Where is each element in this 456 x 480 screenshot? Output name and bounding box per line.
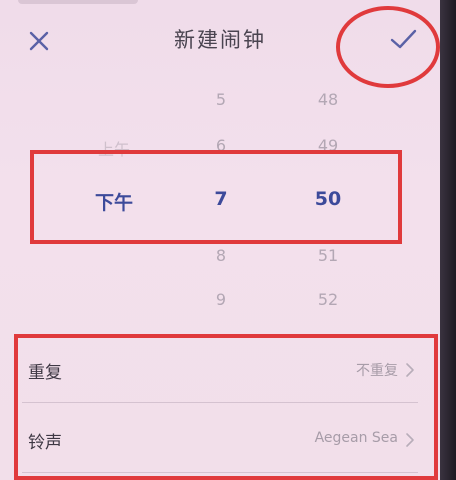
header-bar: 新建闹钟 xyxy=(0,0,440,80)
row-divider xyxy=(22,472,418,473)
minute-option[interactable]: 52 xyxy=(300,290,356,309)
minute-selected[interactable]: 50 xyxy=(300,188,356,210)
repeat-label: 重复 xyxy=(28,363,62,383)
page-title: 新建闹钟 xyxy=(174,28,266,52)
minute-option[interactable]: 49 xyxy=(300,136,356,155)
minute-option[interactable]: 48 xyxy=(300,90,356,109)
row-divider xyxy=(22,402,418,403)
hour-selected[interactable]: 7 xyxy=(196,188,246,210)
chevron-right-icon xyxy=(404,432,416,448)
alarm-screen: 新建闹钟 上午 下午 5 6 7 8 9 48 49 50 51 52 重复 不… xyxy=(0,0,440,480)
repeat-value: 不重复 xyxy=(356,363,398,379)
time-picker[interactable]: 上午 下午 5 6 7 8 9 48 49 50 51 52 xyxy=(0,80,440,320)
minute-option[interactable]: 51 xyxy=(300,246,356,265)
checkmark-icon xyxy=(390,29,417,49)
confirm-button[interactable] xyxy=(384,22,422,56)
ringtone-value: Aegean Sea xyxy=(314,430,398,446)
hour-option[interactable]: 6 xyxy=(196,136,246,155)
period-selected[interactable]: 下午 xyxy=(84,188,144,215)
repeat-row[interactable]: 重复 不重复 xyxy=(0,336,440,402)
device-bezel xyxy=(440,0,456,480)
hour-option[interactable]: 8 xyxy=(196,246,246,265)
ringtone-label: 铃声 xyxy=(28,433,62,453)
ringtone-row[interactable]: 铃声 Aegean Sea xyxy=(0,406,440,472)
hour-option[interactable]: 9 xyxy=(196,290,246,309)
chevron-right-icon xyxy=(404,362,416,378)
hour-option[interactable]: 5 xyxy=(196,90,246,109)
period-option-above[interactable]: 上午 xyxy=(84,136,144,160)
